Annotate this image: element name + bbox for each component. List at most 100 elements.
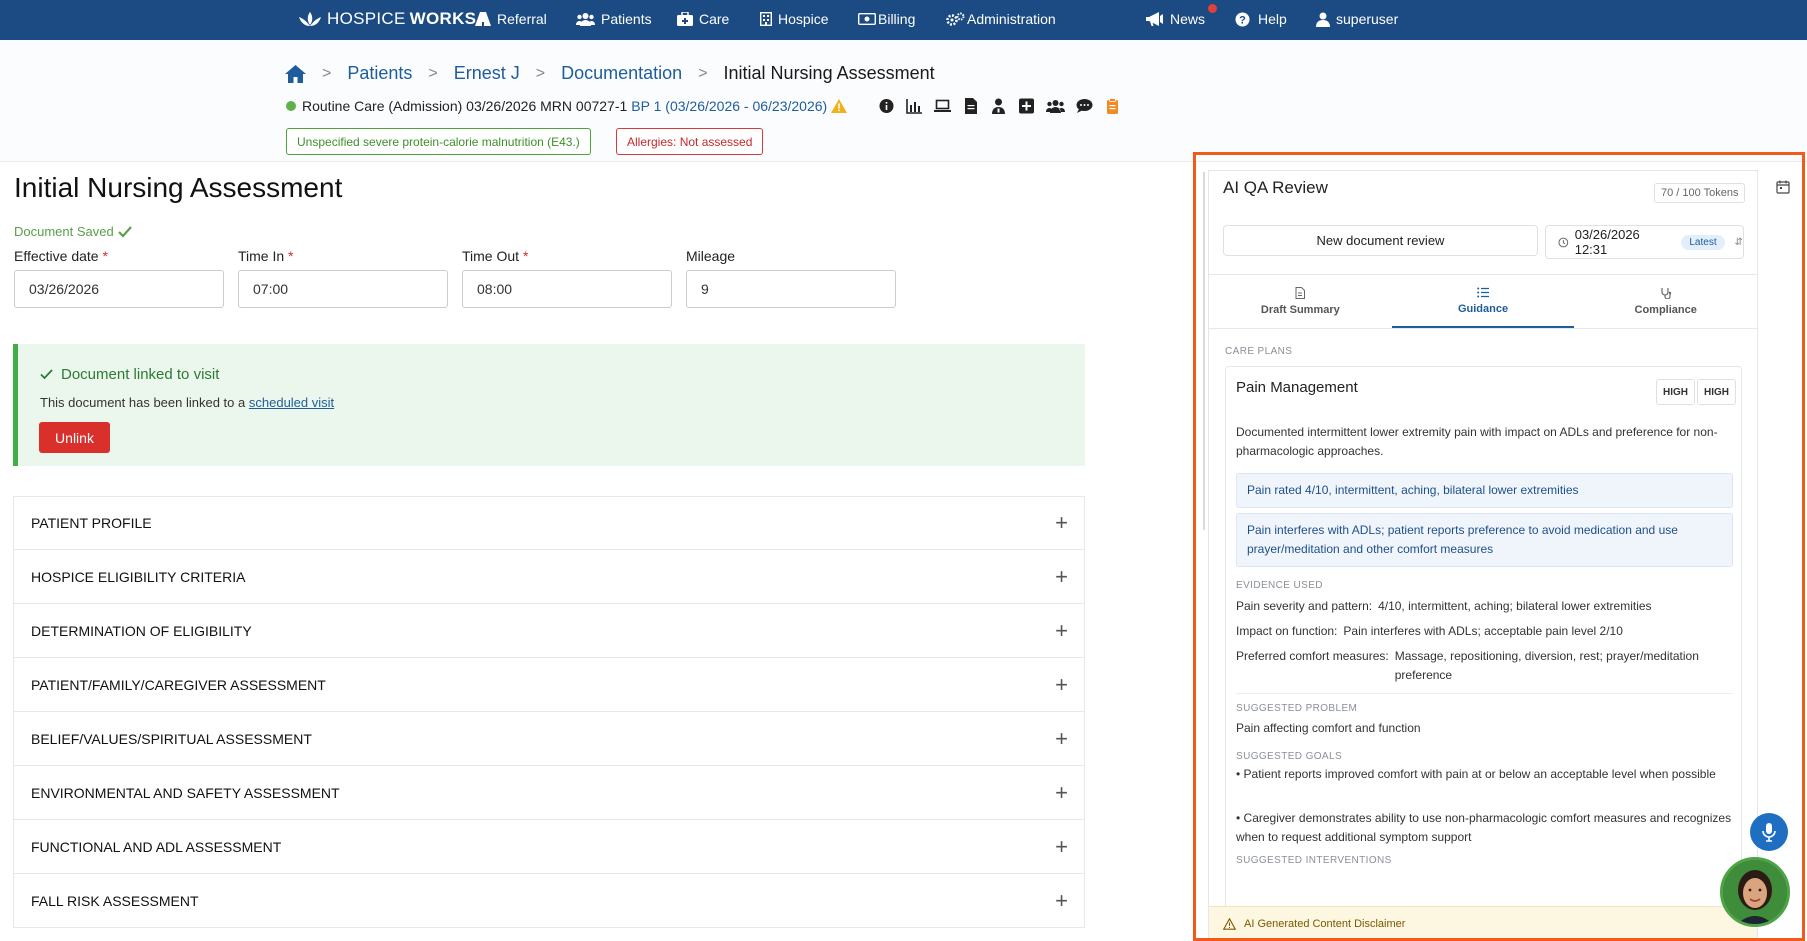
time-in-label: Time In * bbox=[238, 248, 294, 264]
highlight-outline bbox=[1193, 152, 1805, 941]
nav-patients-label: Patients bbox=[601, 11, 652, 27]
care-status-line: Routine Care (Admission) 03/26/2026 MRN … bbox=[286, 98, 848, 114]
checkmark-icon bbox=[117, 225, 132, 238]
time-in-input[interactable]: 07:00 bbox=[238, 270, 448, 308]
nav-news[interactable]: News bbox=[1146, 11, 1205, 27]
breadcrumb-current: Initial Nursing Assessment bbox=[723, 63, 935, 83]
expand-plus-icon[interactable]: + bbox=[1055, 618, 1068, 644]
visit-link-title-text: Document linked to visit bbox=[61, 366, 220, 383]
section-title: PATIENT/FAMILY/CAREGIVER ASSESSMENT bbox=[31, 676, 326, 693]
section-functional-adl[interactable]: FUNCTIONAL AND ADL ASSESSMENT + bbox=[13, 820, 1085, 874]
expand-plus-icon[interactable]: + bbox=[1055, 564, 1068, 590]
expand-plus-icon[interactable]: + bbox=[1055, 510, 1068, 536]
money-icon bbox=[858, 13, 876, 25]
brand-logo[interactable]: HOSPICE WORKS bbox=[297, 9, 476, 29]
assistant-face-icon bbox=[1723, 860, 1787, 924]
benefit-period-link[interactable]: BP 1 (03/26/2026 - 06/23/2026) bbox=[631, 98, 827, 114]
section-title: HOSPICE ELIGIBILITY CRITERIA bbox=[31, 568, 246, 585]
section-hospice-eligibility[interactable]: HOSPICE ELIGIBILITY CRITERIA + bbox=[13, 550, 1085, 604]
visit-link-description: This document has been linked to a sched… bbox=[40, 395, 334, 410]
brand-text-bold: WORKS bbox=[409, 9, 477, 28]
visit-link-desc-text: This document has been linked to a bbox=[40, 395, 246, 410]
breadcrumb-separator: > bbox=[698, 64, 708, 82]
scheduled-visit-link[interactable]: scheduled visit bbox=[249, 395, 334, 410]
nav-billing[interactable]: Billing bbox=[858, 11, 915, 27]
section-belief-values-spiritual[interactable]: BELIEF/VALUES/SPIRITUAL ASSESSMENT + bbox=[13, 712, 1085, 766]
status-dot bbox=[286, 101, 296, 111]
nav-billing-label: Billing bbox=[878, 11, 916, 27]
unlink-button[interactable]: Unlink bbox=[39, 422, 110, 453]
breadcrumb-separator: > bbox=[322, 64, 332, 82]
building-icon bbox=[760, 12, 772, 26]
lotus-icon bbox=[299, 12, 321, 26]
time-out-label-text: Time Out bbox=[462, 248, 520, 264]
comment-icon[interactable] bbox=[1076, 98, 1093, 114]
effective-date-input[interactable]: 03/26/2026 bbox=[14, 270, 224, 308]
section-patient-family-caregiver[interactable]: PATIENT/FAMILY/CAREGIVER ASSESSMENT + bbox=[13, 658, 1085, 712]
expand-plus-icon[interactable]: + bbox=[1055, 726, 1068, 752]
nav-user-menu[interactable]: superuser bbox=[1316, 11, 1398, 27]
bullhorn-icon bbox=[1146, 12, 1163, 26]
calendar-icon[interactable] bbox=[1776, 180, 1790, 194]
nav-care[interactable]: Care bbox=[677, 11, 729, 27]
breadcrumb-patient-name[interactable]: Ernest J bbox=[454, 63, 520, 84]
road-icon bbox=[475, 12, 491, 26]
effective-date-label: Effective date * bbox=[14, 248, 108, 264]
nav-news-label: News bbox=[1170, 11, 1206, 27]
nav-hospice[interactable]: Hospice bbox=[760, 11, 829, 27]
nav-referral-label: Referral bbox=[497, 11, 547, 27]
nav-administration[interactable]: Administration bbox=[946, 11, 1056, 27]
nav-patients[interactable]: Patients bbox=[576, 11, 652, 27]
bar-chart-icon[interactable] bbox=[906, 98, 923, 114]
document-icon[interactable] bbox=[962, 98, 979, 114]
section-determination-eligibility[interactable]: DETERMINATION OF ELIGIBILITY + bbox=[13, 604, 1085, 658]
breadcrumb-separator: > bbox=[535, 64, 546, 82]
save-status-text: Document Saved bbox=[14, 224, 114, 239]
save-status: Document Saved bbox=[14, 224, 132, 239]
section-title: BELIEF/VALUES/SPIRITUAL ASSESSMENT bbox=[31, 730, 312, 747]
expand-plus-icon[interactable]: + bbox=[1055, 834, 1068, 860]
clipboard-icon[interactable] bbox=[1104, 98, 1121, 114]
breadcrumb: > Patients > Ernest J > Documentation > … bbox=[285, 63, 935, 84]
assistant-avatar[interactable] bbox=[1720, 857, 1790, 927]
expand-plus-icon[interactable]: + bbox=[1055, 888, 1068, 914]
breadcrumb-separator: > bbox=[428, 64, 438, 82]
breadcrumb-documentation[interactable]: Documentation bbox=[561, 63, 682, 84]
mileage-label: Mileage bbox=[686, 248, 736, 264]
top-navbar: HOSPICE WORKS Referral Patients Care Hos… bbox=[0, 0, 1807, 40]
visit-link-title: Document linked to visit bbox=[40, 366, 219, 383]
laptop-icon[interactable] bbox=[934, 98, 951, 114]
time-out-input[interactable]: 08:00 bbox=[462, 270, 672, 308]
section-title: PATIENT PROFILE bbox=[31, 515, 152, 531]
warning-icon[interactable] bbox=[831, 99, 848, 113]
breadcrumb-patients[interactable]: Patients bbox=[347, 63, 412, 84]
news-notification-dot bbox=[1208, 4, 1217, 13]
svg-text:?: ? bbox=[1239, 14, 1246, 26]
info-circle-icon[interactable] bbox=[878, 98, 895, 114]
expand-plus-icon[interactable]: + bbox=[1055, 672, 1068, 698]
nav-user-label: superuser bbox=[1336, 11, 1399, 27]
section-patient-profile[interactable]: PATIENT PROFILE + bbox=[13, 496, 1085, 550]
nav-help[interactable]: ? Help bbox=[1235, 11, 1287, 27]
voice-input-button[interactable] bbox=[1750, 813, 1788, 851]
mileage-input[interactable]: 9 bbox=[686, 270, 896, 308]
diagnosis-tag[interactable]: Unspecified severe protein-calorie malnu… bbox=[286, 128, 591, 155]
nav-care-label: Care bbox=[699, 11, 730, 27]
allergies-tag[interactable]: Allergies: Not assessed bbox=[616, 128, 764, 155]
expand-plus-icon[interactable]: + bbox=[1055, 780, 1068, 806]
section-title: ENVIRONMENTAL AND SAFETY ASSESSMENT bbox=[31, 784, 340, 801]
user-doctor-icon[interactable] bbox=[990, 98, 1007, 114]
nav-referral[interactable]: Referral bbox=[475, 11, 547, 27]
question-circle-icon: ? bbox=[1235, 12, 1250, 26]
user-icon bbox=[1316, 12, 1330, 27]
group-icon[interactable] bbox=[1046, 98, 1065, 114]
home-icon[interactable] bbox=[285, 64, 306, 83]
page-title: Initial Nursing Assessment bbox=[14, 172, 343, 203]
time-in-label-text: Time In bbox=[238, 248, 285, 264]
gears-icon bbox=[946, 12, 965, 26]
nav-help-label: Help bbox=[1258, 11, 1287, 27]
section-environmental-safety[interactable]: ENVIRONMENTAL AND SAFETY ASSESSMENT + bbox=[13, 766, 1085, 820]
care-level: Routine Care bbox=[302, 98, 385, 114]
section-fall-risk[interactable]: FALL RISK ASSESSMENT + bbox=[13, 874, 1085, 928]
plus-square-icon[interactable] bbox=[1018, 98, 1035, 114]
